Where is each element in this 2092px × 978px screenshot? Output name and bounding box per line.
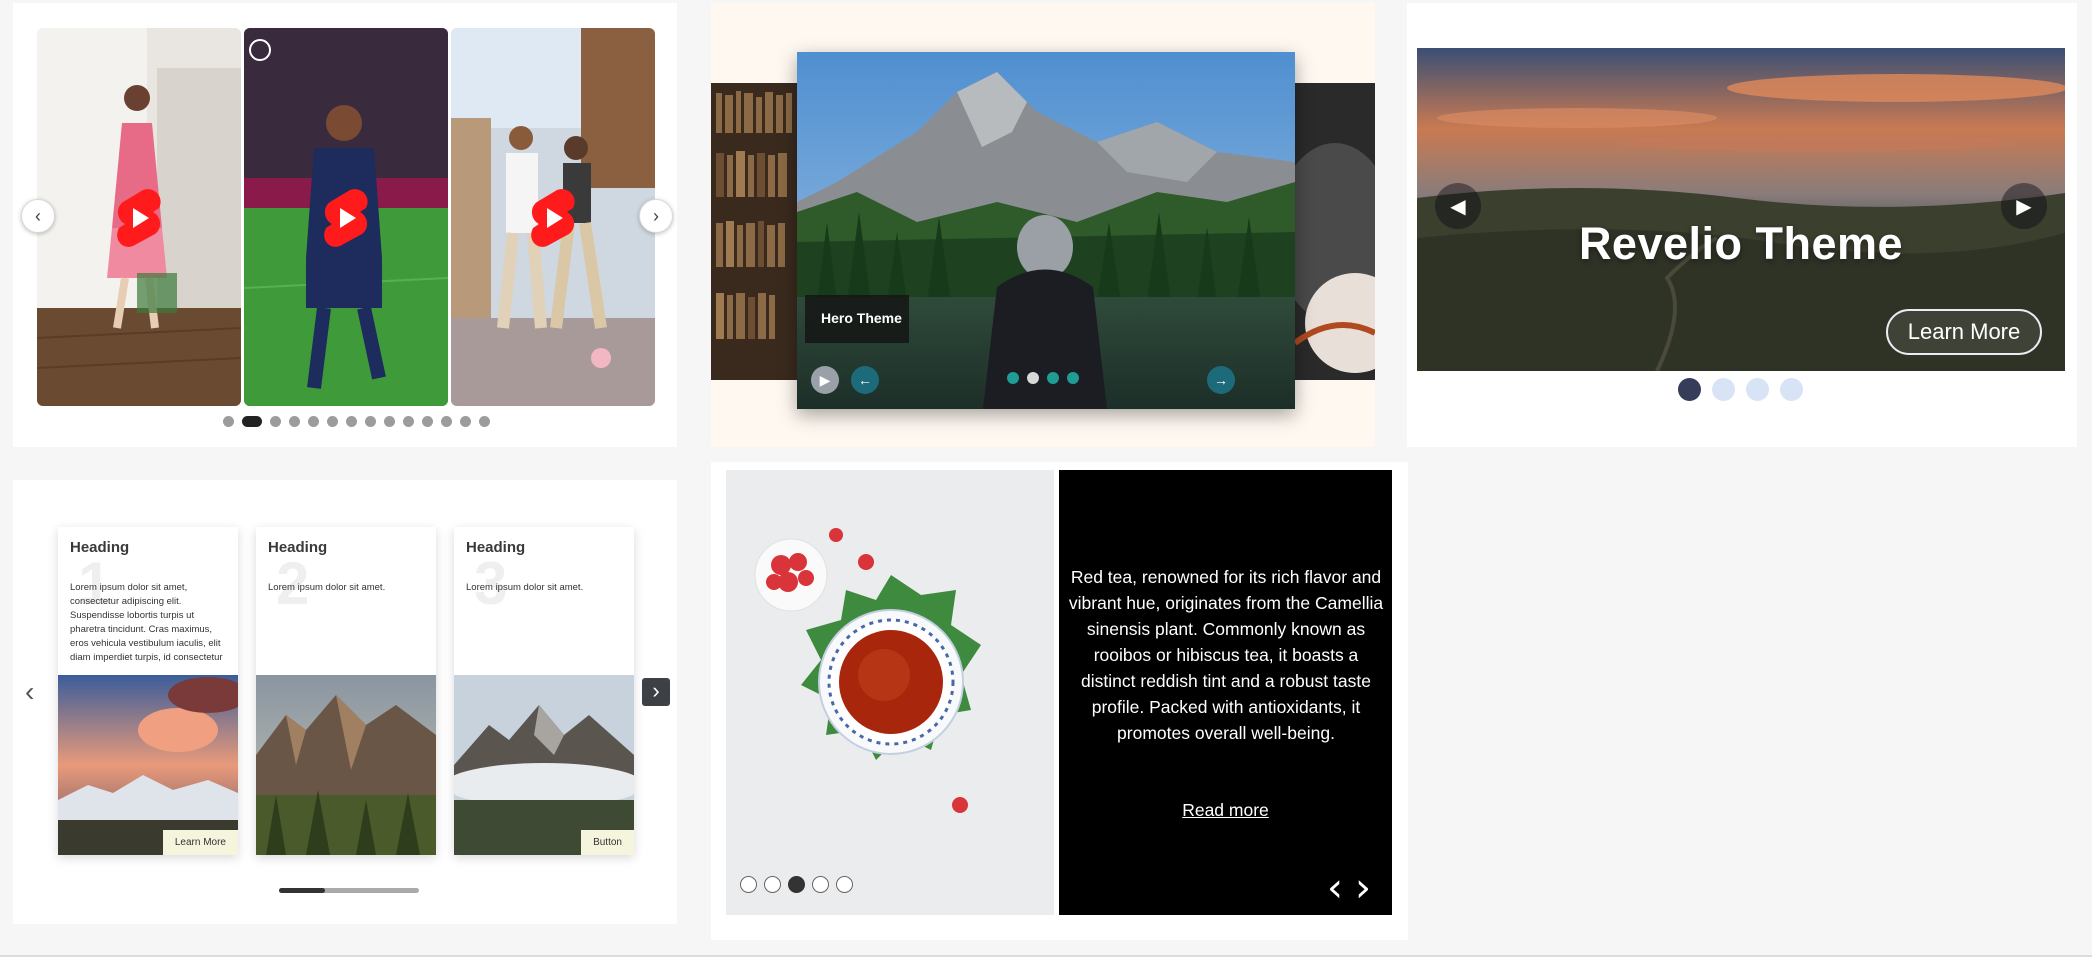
pagination-dots bbox=[223, 416, 490, 427]
pagination-dot[interactable] bbox=[242, 416, 262, 427]
chevron-left-icon: ‹ bbox=[1327, 865, 1343, 911]
red-tea-image bbox=[726, 470, 1054, 915]
pagination-dots bbox=[1678, 378, 1803, 401]
pagination-dot[interactable] bbox=[1780, 378, 1803, 401]
short-video-card[interactable] bbox=[37, 28, 241, 406]
revelio-slide: Revelio Theme ◀ ▶ Learn More bbox=[1417, 48, 2065, 371]
previous-arrow-button[interactable]: ‹ bbox=[1327, 868, 1343, 908]
pagination-dot[interactable] bbox=[422, 416, 433, 427]
rocky-mountain-image bbox=[256, 675, 436, 855]
pagination-dot[interactable] bbox=[836, 876, 853, 893]
tea-carousel: Red tea, renowned for its rich flavor an… bbox=[711, 462, 1408, 940]
hero-slide: Hero Theme ▶ ← → bbox=[797, 52, 1295, 409]
pagination-dot[interactable] bbox=[1746, 378, 1769, 401]
pagination-dot[interactable] bbox=[1027, 372, 1039, 384]
arrow-right-icon: → bbox=[1214, 372, 1228, 388]
revelio-theme-carousel: Revelio Theme ◀ ▶ Learn More bbox=[1407, 3, 2077, 447]
pagination-dot[interactable] bbox=[740, 876, 757, 893]
pagination-dot[interactable] bbox=[327, 416, 338, 427]
hero-theme-tag: Hero Theme bbox=[805, 295, 909, 343]
triangle-left-icon: ◀ bbox=[1450, 195, 1466, 218]
pagination-dot[interactable] bbox=[365, 416, 376, 427]
pagination-dots bbox=[740, 876, 853, 893]
tea-text-panel: Red tea, renowned for its rich flavor an… bbox=[1059, 470, 1392, 915]
short-video-card[interactable] bbox=[451, 28, 655, 406]
slide-title: Revelio Theme bbox=[1578, 218, 1904, 269]
card-text: Lorem ipsum dolor sit amet, consectetur … bbox=[70, 582, 223, 663]
pagination-dot[interactable] bbox=[441, 416, 452, 427]
chevron-right-icon: › bbox=[653, 205, 659, 226]
pagination-dot[interactable] bbox=[308, 416, 319, 427]
next-arrow-button[interactable]: ▶ bbox=[2001, 183, 2047, 229]
sunset-mountain-image bbox=[58, 675, 238, 855]
card-heading: Heading bbox=[70, 539, 130, 556]
pagination-dot[interactable] bbox=[788, 876, 805, 893]
next-arrow-button[interactable]: → bbox=[1207, 366, 1235, 394]
tea-description: Red tea, renowned for its rich flavor an… bbox=[1068, 567, 1384, 743]
pagination-dot[interactable] bbox=[223, 416, 234, 427]
pagination-dot[interactable] bbox=[764, 876, 781, 893]
pagination-dot[interactable] bbox=[289, 416, 300, 427]
card-text: Lorem ipsum dolor sit amet. bbox=[268, 582, 386, 593]
card-text: Lorem ipsum dolor sit amet. bbox=[466, 582, 584, 593]
card-heading: Heading bbox=[466, 539, 526, 556]
pagination-dot[interactable] bbox=[270, 416, 281, 427]
misty-mountain-image bbox=[454, 675, 634, 855]
content-card[interactable]: 3 Heading Lorem ipsum dolor sit amet. Bu… bbox=[454, 527, 634, 855]
shorts-carousel: ‹ › bbox=[13, 3, 677, 447]
pagination-dot[interactable] bbox=[812, 876, 829, 893]
play-icon: ▶ bbox=[819, 371, 831, 388]
play-button[interactable]: ▶ bbox=[811, 366, 839, 394]
pagination-dots bbox=[1007, 372, 1079, 384]
pagination-dot[interactable] bbox=[403, 416, 414, 427]
pagination-dot[interactable] bbox=[384, 416, 395, 427]
next-arrow-button[interactable]: › bbox=[1355, 868, 1371, 908]
youtube-shorts-icon bbox=[324, 189, 368, 247]
content-card[interactable]: 1 Heading Lorem ipsum dolor sit amet, co… bbox=[58, 527, 238, 855]
chevron-right-icon: › bbox=[1355, 865, 1371, 911]
progress-fill bbox=[279, 888, 326, 893]
previous-arrow-button[interactable]: ‹ bbox=[21, 199, 55, 233]
chevron-right-icon: › bbox=[652, 678, 660, 703]
next-arrow-button[interactable]: › bbox=[639, 199, 673, 233]
pagination-dot[interactable] bbox=[1007, 372, 1019, 384]
previous-slide-preview[interactable] bbox=[711, 83, 797, 380]
read-more-link[interactable]: Read more bbox=[1059, 800, 1392, 821]
mountain-lake-image bbox=[797, 52, 1295, 409]
card-heading: Heading bbox=[268, 539, 328, 556]
youtube-shorts-icon bbox=[117, 189, 161, 247]
content-card[interactable]: 2 Heading Lorem ipsum dolor sit amet. bbox=[256, 527, 436, 855]
page-footer-strip bbox=[0, 957, 2092, 978]
chevron-left-icon: ‹ bbox=[25, 676, 35, 707]
youtube-shorts-icon bbox=[531, 189, 575, 247]
chevron-left-icon: ‹ bbox=[35, 205, 41, 226]
pagination-dot[interactable] bbox=[460, 416, 471, 427]
heading-cards-carousel: 1 Heading Lorem ipsum dolor sit amet, co… bbox=[13, 480, 677, 924]
short-video-card[interactable] bbox=[244, 28, 448, 406]
previous-arrow-button[interactable]: ← bbox=[851, 366, 879, 394]
pagination-dot[interactable] bbox=[1067, 372, 1079, 384]
pagination-dot[interactable] bbox=[1678, 378, 1701, 401]
scroll-progress-bar[interactable] bbox=[279, 888, 419, 893]
next-arrow-button[interactable]: › bbox=[642, 678, 670, 706]
card-button[interactable]: Button bbox=[581, 830, 634, 855]
arrow-left-icon: ← bbox=[858, 372, 872, 388]
previous-arrow-button[interactable]: ◀ bbox=[1435, 183, 1481, 229]
pagination-dot[interactable] bbox=[1047, 372, 1059, 384]
pagination-dot[interactable] bbox=[1712, 378, 1735, 401]
pagination-dot[interactable] bbox=[346, 416, 357, 427]
pagination-dot[interactable] bbox=[479, 416, 490, 427]
next-slide-preview[interactable] bbox=[1295, 83, 1375, 380]
triangle-right-icon: ▶ bbox=[2016, 195, 2032, 218]
previous-arrow-button[interactable]: ‹ bbox=[25, 678, 34, 706]
learn-more-button[interactable]: Learn More bbox=[162, 830, 238, 855]
learn-more-button[interactable]: Learn More bbox=[1886, 309, 2042, 355]
